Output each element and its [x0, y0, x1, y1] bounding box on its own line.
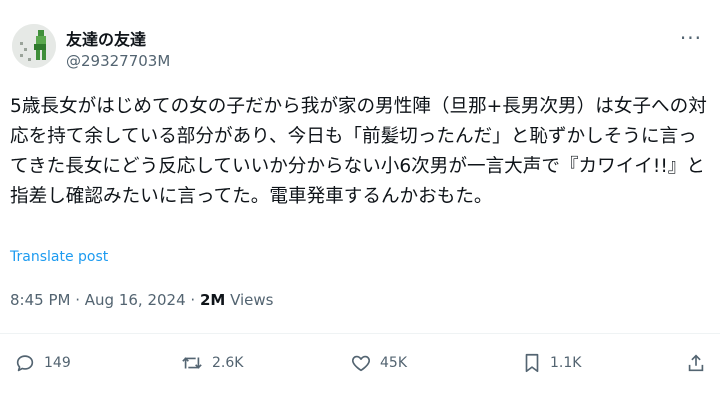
more-options-icon[interactable]: ···: [680, 26, 702, 50]
reply-count: 149: [44, 355, 71, 371]
tweet-date[interactable]: Aug 16, 2024: [85, 291, 186, 309]
heart-icon: [352, 355, 370, 372]
bookmark-icon: [525, 353, 539, 373]
tweet-time[interactable]: 8:45 PM: [10, 291, 70, 309]
tweet-meta: 8:45 PM · Aug 16, 2024 · 2M Views: [10, 291, 274, 309]
bookmark-count: 1.1K: [550, 355, 582, 371]
share-icon: [688, 354, 704, 372]
action-bar: 149 2.6K 45K 1.1K: [0, 352, 720, 384]
retweet-button[interactable]: 2.6K: [180, 352, 243, 374]
translate-post-link[interactable]: Translate post: [10, 249, 108, 265]
reply-icon: [16, 355, 34, 372]
retweet-count: 2.6K: [212, 355, 244, 371]
share-button[interactable]: [686, 352, 706, 374]
meta-separator: ·: [185, 291, 200, 309]
display-name[interactable]: 友達の友達: [66, 26, 146, 50]
bookmark-button[interactable]: 1.1K: [522, 352, 581, 374]
reply-button[interactable]: 149: [14, 352, 71, 374]
divider: [0, 333, 720, 334]
tweet-text: 5歳長女がはじめての女の子だから我が家の男性陣（旦那+長男次男）は女子への対応を…: [10, 96, 707, 207]
like-button[interactable]: 45K: [350, 352, 407, 374]
avatar-pixel-figure-icon: [12, 24, 56, 68]
like-count: 45K: [380, 355, 407, 371]
meta-separator: ·: [70, 291, 85, 309]
views-count: 2M: [199, 291, 226, 309]
retweet-icon: [182, 357, 202, 369]
views-label: Views: [225, 291, 274, 309]
user-handle[interactable]: @29327703M: [66, 52, 170, 70]
avatar[interactable]: [12, 24, 56, 68]
